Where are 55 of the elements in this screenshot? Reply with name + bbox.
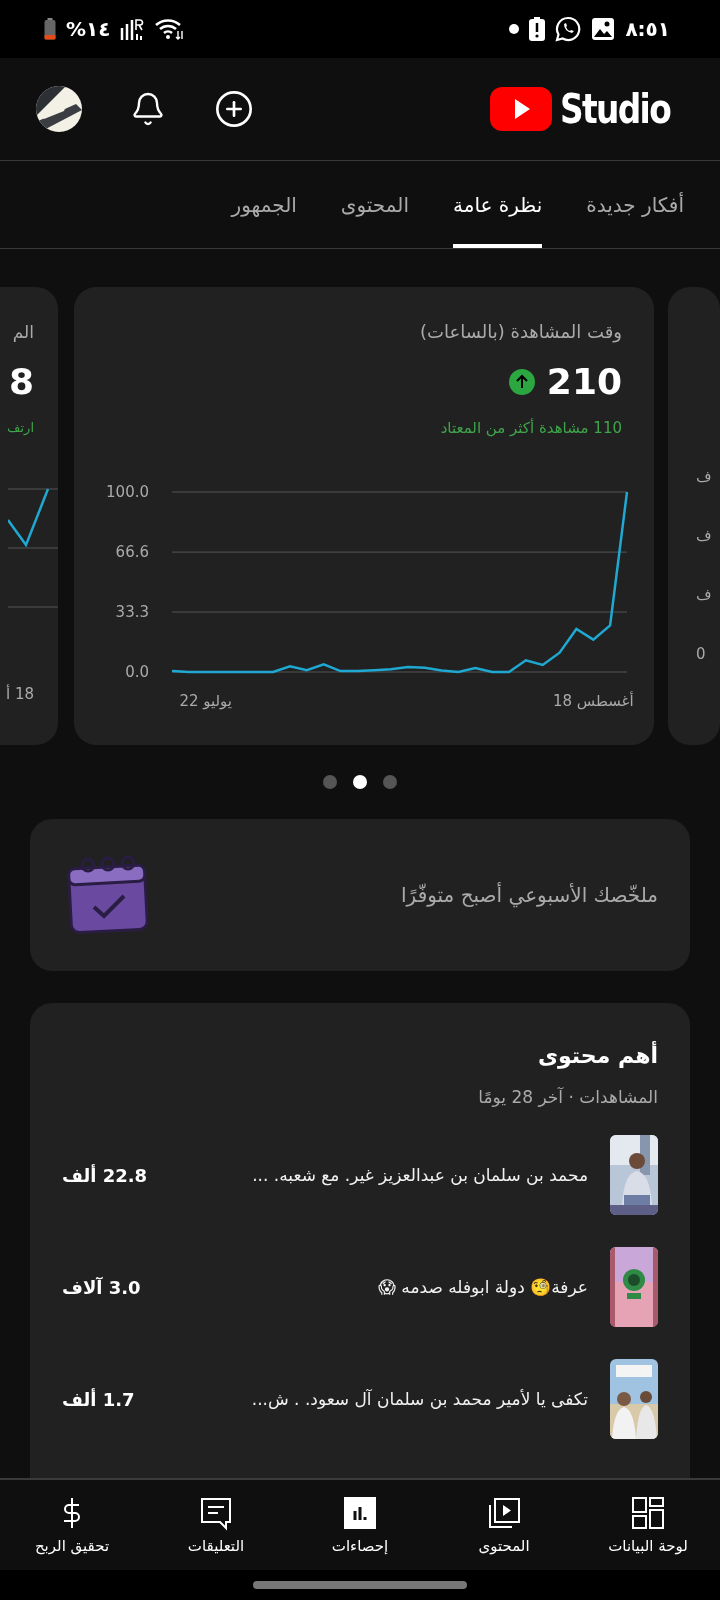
dot-icon bbox=[509, 24, 520, 34]
card-title: وقت المشاهدة (بالساعات) bbox=[419, 320, 622, 344]
view-count: 3.0 آلاف bbox=[62, 1276, 141, 1298]
nav-item[interactable]: إحصاءات bbox=[288, 1480, 432, 1570]
axis-label: 66.6 bbox=[115, 543, 149, 562]
logo-text: Studio bbox=[559, 86, 670, 132]
tab[interactable]: الجمهور bbox=[231, 161, 297, 248]
avatar[interactable] bbox=[36, 86, 82, 132]
axis-label: 33.3 bbox=[115, 603, 149, 622]
page-dot[interactable] bbox=[353, 775, 367, 789]
stat-note: 110 مشاهدة أكثر من المعتاد bbox=[439, 418, 622, 438]
video-title[interactable]: تكفى يا لأمير محمد بن سلمان آل سعود. . ش... bbox=[156, 1389, 588, 1409]
tab[interactable]: نظرة عامة bbox=[453, 161, 543, 248]
section-title: أهم محتوى bbox=[536, 1041, 658, 1071]
axis-label: ف bbox=[696, 467, 712, 488]
axis-label: 0 bbox=[696, 644, 706, 665]
stat-value: 8 bbox=[8, 360, 34, 404]
view-count: 22.8 ألف bbox=[62, 1164, 148, 1186]
clock-time: ٨:٥١ bbox=[625, 17, 670, 41]
battery-icon bbox=[44, 18, 56, 40]
summary-text: ملخّصك الأسبوعي أصبح متوفّرًا bbox=[401, 883, 658, 907]
axis-label: 18 أ bbox=[5, 683, 34, 705]
axis-label: ف bbox=[696, 585, 712, 606]
section-subtitle: المشاهدات · آخر 28 يومًا bbox=[477, 1086, 658, 1109]
battery-alert-icon bbox=[529, 17, 546, 41]
wifi-icon bbox=[154, 17, 185, 41]
play-logo-icon bbox=[489, 87, 552, 131]
calendar-icon bbox=[66, 855, 150, 935]
stat-value: 210 bbox=[546, 360, 622, 404]
page-dot[interactable] bbox=[383, 775, 397, 789]
chat-bubble-icon bbox=[555, 16, 582, 42]
axis-label: 22 يوليو bbox=[179, 692, 232, 710]
stat-note: ارتف bbox=[7, 419, 34, 437]
nav-item[interactable]: لوحة البيانات bbox=[576, 1480, 720, 1570]
image-icon bbox=[591, 17, 616, 41]
video-title[interactable]: عرفة🧐 دولة ابوفله صدمه 😱 bbox=[162, 1277, 588, 1297]
axis-label: ف bbox=[696, 526, 712, 547]
tab[interactable]: أفكار جديدة bbox=[586, 161, 684, 248]
card-title: الم bbox=[12, 321, 34, 344]
axis-label: 0.0 bbox=[125, 663, 149, 681]
axis-label: 18 أغسطس bbox=[552, 692, 634, 710]
nav-item[interactable]: المحتوى bbox=[432, 1480, 576, 1570]
view-count: 1.7 ألف bbox=[62, 1388, 135, 1410]
axis-label: 100.0 bbox=[106, 483, 149, 501]
signal-icon bbox=[120, 18, 145, 40]
summary-card[interactable]: ملخّصك الأسبوعي أصبح متوفّرًا bbox=[30, 819, 690, 971]
arrow-up-icon bbox=[508, 369, 535, 395]
notifications-button[interactable] bbox=[130, 91, 166, 127]
video-title[interactable]: محمد بن سلمان بن عبدالعزيز غير. مع شعبه. ... bbox=[169, 1165, 588, 1185]
battery-percent: %١٤ bbox=[66, 17, 111, 41]
tab[interactable]: المحتوى bbox=[340, 161, 409, 248]
nav-item[interactable]: التعليقات bbox=[144, 1480, 288, 1570]
nav-item[interactable]: تحقيق الربح bbox=[0, 1480, 144, 1570]
create-button[interactable] bbox=[214, 89, 254, 129]
page-dot[interactable] bbox=[323, 775, 337, 789]
